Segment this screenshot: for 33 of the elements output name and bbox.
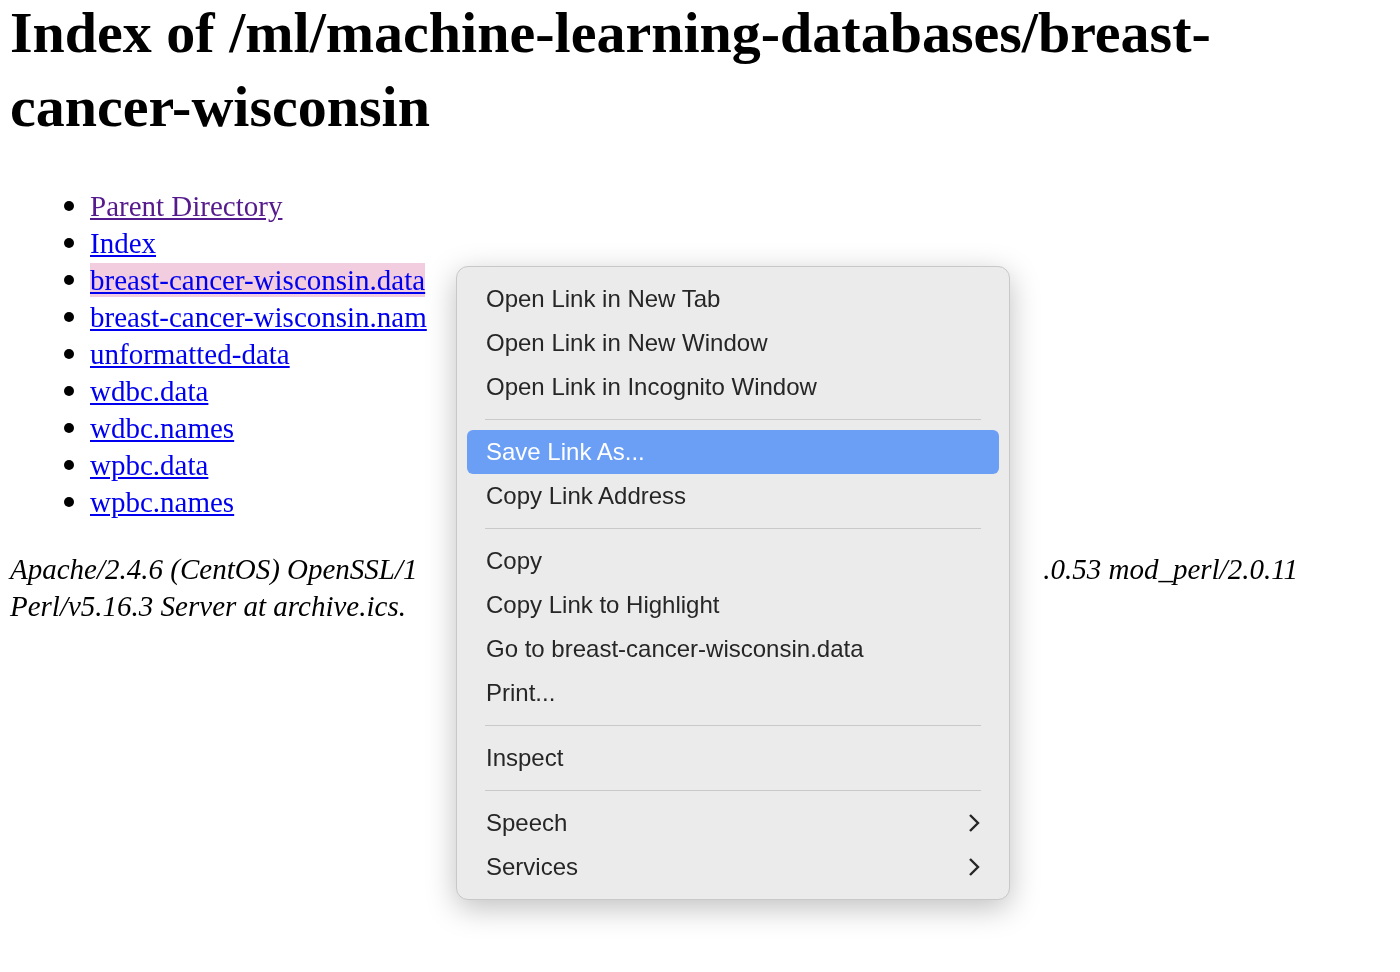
file-link[interactable]: wpbc.names	[90, 484, 235, 519]
bullet-icon	[64, 237, 74, 248]
file-link[interactable]: breast-cancer-wisconsin.data	[90, 262, 426, 297]
menu-item[interactable]: Copy Link Address	[467, 474, 999, 518]
file-link[interactable]: breast-cancer-wisconsin.nam	[90, 299, 427, 334]
bullet-icon	[64, 274, 74, 285]
menu-item[interactable]: Go to breast-cancer-wisconsin.data	[467, 627, 999, 671]
menu-item[interactable]: Open Link in New Tab	[467, 277, 999, 321]
menu-item[interactable]: Print...	[467, 671, 999, 715]
menu-item[interactable]: Speech	[467, 801, 999, 845]
menu-item[interactable]: Open Link in Incognito Window	[467, 365, 999, 409]
bullet-icon	[64, 348, 74, 359]
bullet-icon	[64, 311, 74, 322]
server-signature: Perl/v5.16.3 Server at archive.ics.	[10, 589, 406, 624]
bullet-icon	[64, 422, 74, 433]
file-link[interactable]: Index	[90, 225, 157, 260]
menu-item[interactable]: Open Link in New Window	[467, 321, 999, 365]
menu-item[interactable]: Inspect	[467, 736, 999, 780]
bullet-icon	[64, 385, 74, 396]
server-signature: Apache/2.4.6 (CentOS) OpenSSL/1	[10, 552, 418, 587]
file-link[interactable]: wdbc.names	[90, 410, 235, 445]
bullet-icon	[64, 459, 74, 470]
bullet-icon	[64, 200, 74, 211]
file-link[interactable]: wpbc.data	[90, 447, 209, 482]
menu-item[interactable]: Services	[467, 845, 999, 889]
page-heading: Index of /ml/machine-learning-databases/breast-cancer-wisconsin	[10, 0, 1212, 141]
bullet-icon	[64, 496, 74, 507]
file-link[interactable]: wdbc.data	[90, 373, 209, 408]
file-link[interactable]: unformatted-data	[90, 336, 290, 371]
file-link[interactable]: Parent Directory	[90, 188, 283, 223]
server-signature: .0.53 mod_perl/2.0.11	[1043, 552, 1298, 587]
menu-item[interactable]: Copy	[467, 539, 999, 583]
menu-item[interactable]: Copy Link to Highlight	[467, 583, 999, 627]
